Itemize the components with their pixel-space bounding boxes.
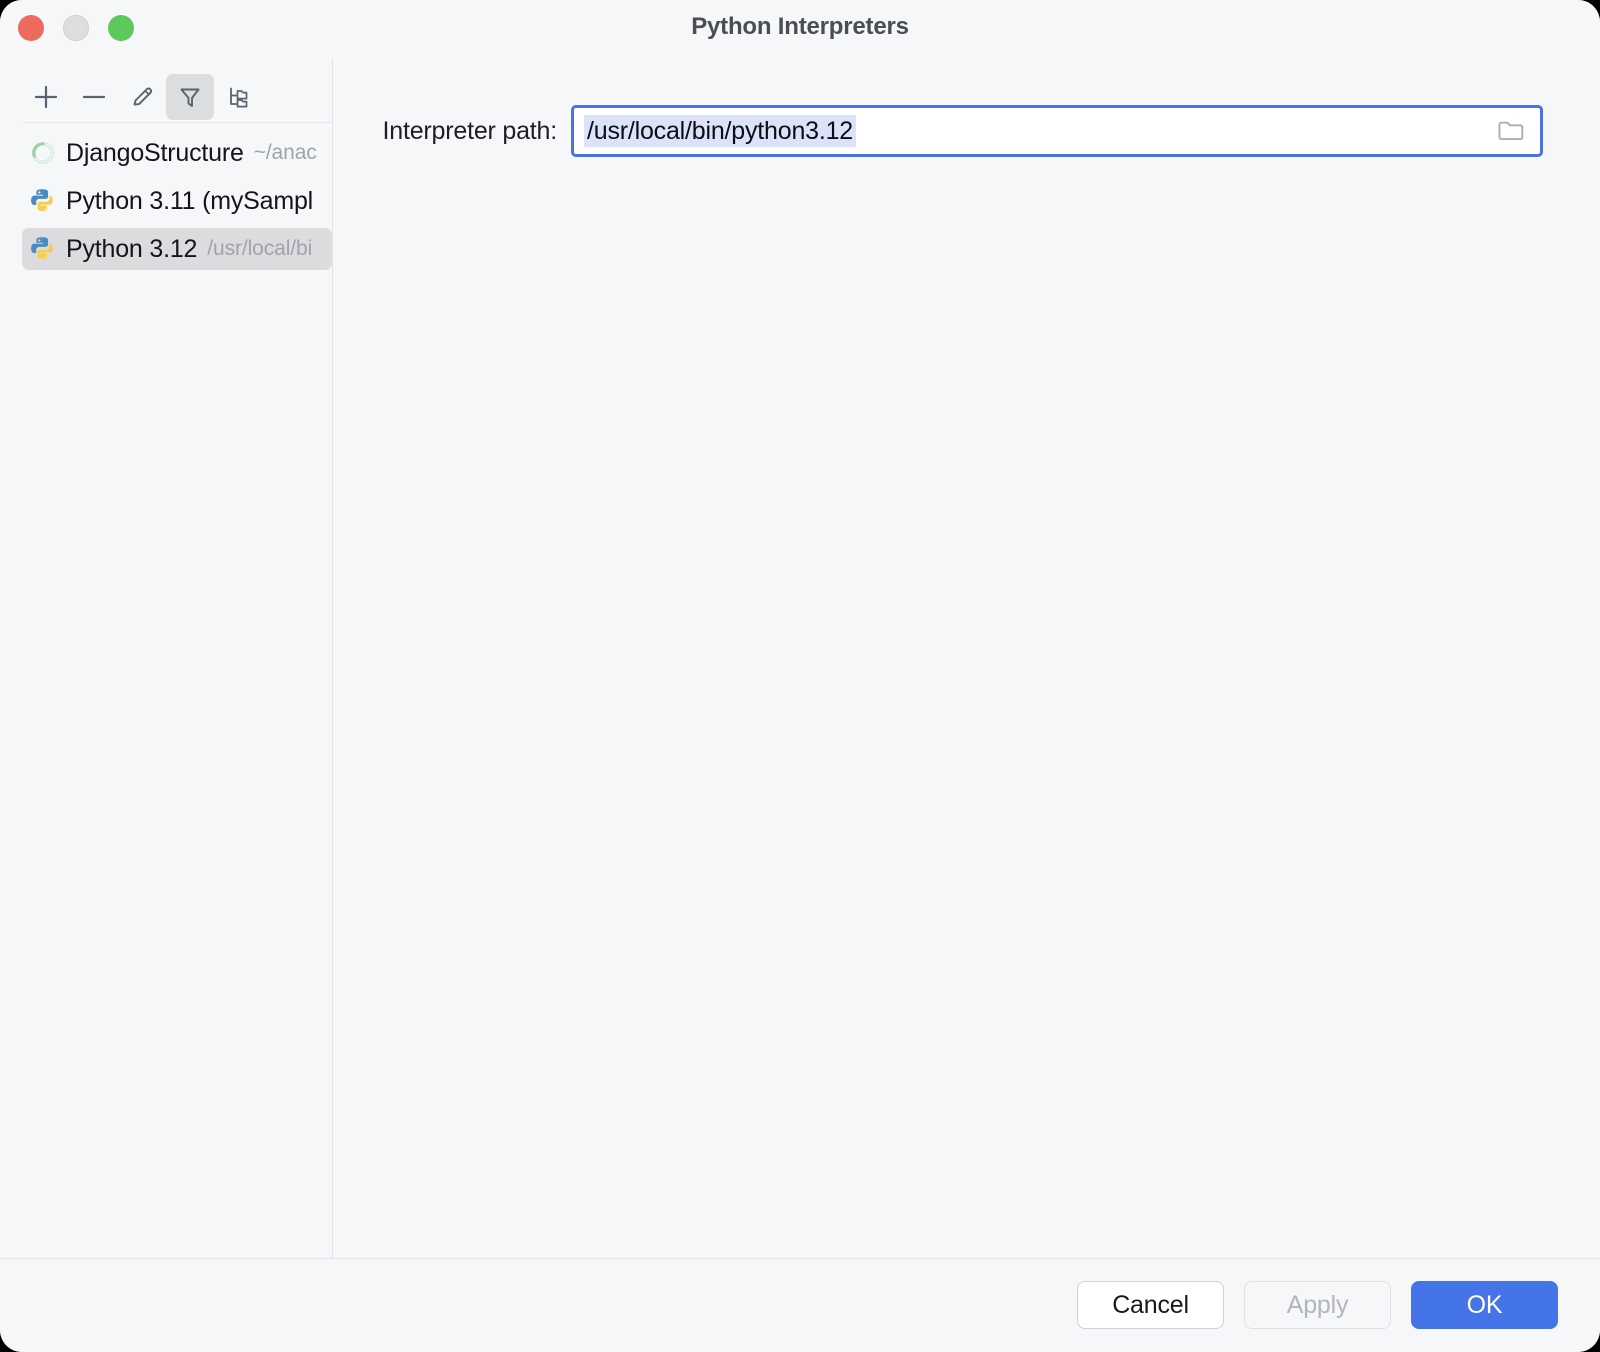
show-tree-button[interactable] <box>214 74 262 120</box>
list-item-label: DjangoStructure <box>66 139 244 168</box>
conda-icon <box>28 138 58 168</box>
python-interpreters-dialog: Python Interpreters <box>0 0 1600 1352</box>
interpreter-path-value: /usr/local/bin/python3.12 <box>584 115 856 147</box>
add-interpreter-button[interactable] <box>22 74 70 120</box>
folder-icon <box>1497 119 1525 143</box>
edit-interpreter-button[interactable] <box>118 74 166 120</box>
list-item-path: /usr/local/bi <box>207 237 312 261</box>
python-icon <box>28 234 58 264</box>
interpreter-path-label: Interpreter path: <box>333 117 571 146</box>
ok-button[interactable]: OK <box>1411 1281 1558 1329</box>
footer-buttons: Cancel Apply OK <box>1077 1281 1558 1329</box>
apply-button[interactable]: Apply <box>1244 1281 1391 1329</box>
list-item-path: ~/anac <box>254 141 317 165</box>
toolbar-separator <box>22 122 332 123</box>
sidebar-toolbar <box>22 74 262 120</box>
pencil-icon <box>127 82 157 112</box>
interpreter-path-row: Interpreter path: /usr/local/bin/python3… <box>333 105 1600 157</box>
interpreters-list: DjangoStructure ~/anac Python 3.11 (mySa… <box>0 132 332 276</box>
filter-button[interactable] <box>166 74 214 120</box>
list-item-label: Python 3.11 (mySampl <box>66 187 313 216</box>
list-item-python-312[interactable]: Python 3.12 /usr/local/bi <box>22 228 332 270</box>
list-item-python-311[interactable]: Python 3.11 (mySampl <box>22 180 332 222</box>
main-panel: Interpreter path: /usr/local/bin/python3… <box>333 58 1600 1258</box>
plus-icon <box>31 82 61 112</box>
cancel-button[interactable]: Cancel <box>1077 1281 1224 1329</box>
title-bar: Python Interpreters <box>0 0 1600 58</box>
tree-view-icon <box>223 82 253 112</box>
list-item-label: Python 3.12 <box>66 235 197 264</box>
browse-folder-button[interactable] <box>1496 118 1526 144</box>
list-item-djangostructure[interactable]: DjangoStructure ~/anac <box>22 132 332 174</box>
page-title: Python Interpreters <box>0 13 1600 41</box>
remove-interpreter-button[interactable] <box>70 74 118 120</box>
dialog-footer: Cancel Apply OK <box>0 1259 1600 1352</box>
interpreter-path-input[interactable]: /usr/local/bin/python3.12 <box>571 105 1543 157</box>
filter-icon <box>175 82 205 112</box>
python-icon <box>28 186 58 216</box>
minus-icon <box>79 82 109 112</box>
interpreters-sidebar: DjangoStructure ~/anac Python 3.11 (mySa… <box>0 58 332 1258</box>
